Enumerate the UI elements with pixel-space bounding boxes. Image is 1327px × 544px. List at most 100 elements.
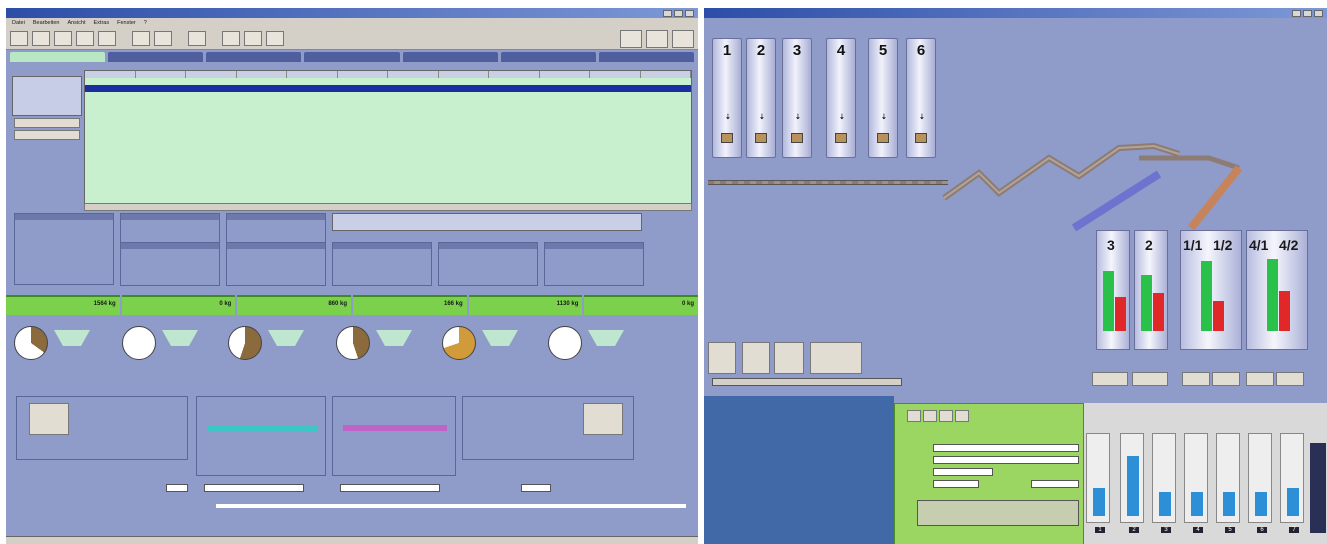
- bottom-field-3[interactable]: [340, 484, 440, 492]
- bin-button[interactable]: [1246, 372, 1274, 386]
- tab-5[interactable]: [500, 52, 596, 62]
- bottom-field-2[interactable]: [204, 484, 304, 492]
- silo-2[interactable]: 2 ⇣: [746, 38, 776, 158]
- status-panel-5: [226, 242, 326, 286]
- silo-1[interactable]: 1 ⇣: [712, 38, 742, 158]
- detail-field-1[interactable]: [933, 444, 1079, 452]
- back-button[interactable]: [10, 31, 28, 46]
- cabinet-slot[interactable]: 4: [1184, 433, 1208, 533]
- minimize-icon[interactable]: [1292, 9, 1301, 17]
- tab-3[interactable]: [304, 52, 400, 62]
- control-button-3[interactable]: [774, 342, 804, 374]
- menu-item-0[interactable]: Datei: [12, 20, 25, 26]
- toolbar-button-7[interactable]: [154, 31, 172, 46]
- bin-button[interactable]: [1092, 372, 1128, 386]
- tab-1[interactable]: [108, 52, 204, 62]
- bin-button[interactable]: [1276, 372, 1304, 386]
- table-row-selected[interactable]: [85, 85, 691, 92]
- toolbar-button-9[interactable]: [222, 31, 240, 46]
- silo-valve-icon[interactable]: [915, 133, 927, 143]
- tab-4[interactable]: [402, 52, 498, 62]
- cabinet-slot[interactable]: 7: [1280, 433, 1304, 533]
- mixer-right-start-button[interactable]: [583, 403, 623, 435]
- control-button-2[interactable]: [742, 342, 770, 374]
- menu-item-3[interactable]: Extras: [94, 20, 110, 26]
- bottom-field-1[interactable]: [166, 484, 188, 492]
- bin-label: 4/1: [1249, 237, 1269, 253]
- bin-3[interactable]: 3: [1096, 230, 1130, 350]
- status-panel-4: [120, 242, 220, 286]
- exit-icon[interactable]: [672, 29, 694, 48]
- scale-weight-2: 0 kg: [121, 295, 236, 315]
- toolbar-button-6[interactable]: [132, 31, 150, 46]
- edit-icon[interactable]: [620, 29, 642, 48]
- forward-button[interactable]: [32, 31, 50, 46]
- scale-weight-value: 1130 kg: [556, 301, 579, 307]
- cabinet-slot[interactable]: 1: [1086, 433, 1110, 533]
- menu-item-2[interactable]: Ansicht: [67, 20, 85, 26]
- tab-0[interactable]: [10, 52, 106, 62]
- tab-2[interactable]: [206, 52, 302, 62]
- menu-item-1[interactable]: Bearbeiten: [33, 20, 60, 26]
- close-icon[interactable]: [1314, 9, 1323, 17]
- bin-button[interactable]: [1182, 372, 1210, 386]
- detail-field-4[interactable]: [933, 480, 979, 488]
- silo-3[interactable]: 3 ⇣: [782, 38, 812, 158]
- left-window-controls[interactable]: [663, 9, 694, 17]
- detail-button-1[interactable]: [907, 410, 921, 422]
- cabinet-slot[interactable]: 6: [1248, 433, 1272, 533]
- detail-button-3[interactable]: [939, 410, 953, 422]
- silo-valve-icon[interactable]: [877, 133, 889, 143]
- bin-button[interactable]: [1212, 372, 1240, 386]
- toolbar-button-10[interactable]: [244, 31, 262, 46]
- silo-valve-icon[interactable]: [835, 133, 847, 143]
- slot-level: [1287, 488, 1299, 516]
- silo-6[interactable]: 6 ⇣: [906, 38, 936, 158]
- detail-button-2[interactable]: [923, 410, 937, 422]
- silo-valve-icon[interactable]: [721, 133, 733, 143]
- right-window-controls[interactable]: [1292, 9, 1323, 17]
- status-panel-8: [544, 242, 644, 286]
- minimize-icon[interactable]: [663, 9, 672, 17]
- silo-valve-icon[interactable]: [791, 133, 803, 143]
- bottom-field-4[interactable]: [521, 484, 551, 492]
- bin-button[interactable]: [1132, 372, 1168, 386]
- bin-4[interactable]: 4/1 4/2: [1246, 230, 1308, 350]
- maximize-icon[interactable]: [674, 9, 683, 17]
- order-params-button[interactable]: [14, 130, 80, 140]
- menu-item-4[interactable]: Fenster: [117, 20, 136, 26]
- table-row[interactable]: [85, 92, 691, 99]
- toolbar-button-4[interactable]: [76, 31, 94, 46]
- silo-arrow-icon: ⇣: [881, 114, 887, 121]
- silo-valve-icon[interactable]: [755, 133, 767, 143]
- table-scrollbar[interactable]: [84, 203, 692, 211]
- mixer-left-start-button[interactable]: [29, 403, 69, 435]
- silo-5[interactable]: 5 ⇣: [868, 38, 898, 158]
- bin-1[interactable]: 1/1 1/2: [1180, 230, 1242, 350]
- control-button-4[interactable]: [810, 342, 862, 374]
- detail-field-5[interactable]: [1031, 480, 1079, 488]
- table-header: [85, 71, 691, 78]
- toolbar-button-11[interactable]: [266, 31, 284, 46]
- tab-6[interactable]: [598, 52, 694, 62]
- detail-field-2[interactable]: [933, 456, 1079, 464]
- toolbar-button-3[interactable]: [54, 31, 72, 46]
- menu-item-5[interactable]: ?: [144, 20, 147, 26]
- right-titlebar: [704, 8, 1327, 18]
- control-button-1[interactable]: [708, 342, 736, 374]
- detail-field-3[interactable]: [933, 468, 993, 476]
- left-toolbar: [6, 28, 698, 50]
- toolbar-button-5[interactable]: [98, 31, 116, 46]
- toolbar-button-8[interactable]: [188, 31, 206, 46]
- cabinet-slot[interactable]: 3: [1152, 433, 1176, 533]
- close-icon[interactable]: [685, 9, 694, 17]
- cabinet-slot[interactable]: 2: [1120, 433, 1144, 533]
- detail-button-4[interactable]: [955, 410, 969, 422]
- orders-button[interactable]: [14, 118, 80, 128]
- maximize-icon[interactable]: [1303, 9, 1312, 17]
- refresh-icon[interactable]: [646, 29, 668, 48]
- cabinet-slot[interactable]: 5: [1216, 433, 1240, 533]
- table-row[interactable]: [85, 78, 691, 85]
- bin-2[interactable]: 2: [1134, 230, 1168, 350]
- silo-4[interactable]: 4 ⇣: [826, 38, 856, 158]
